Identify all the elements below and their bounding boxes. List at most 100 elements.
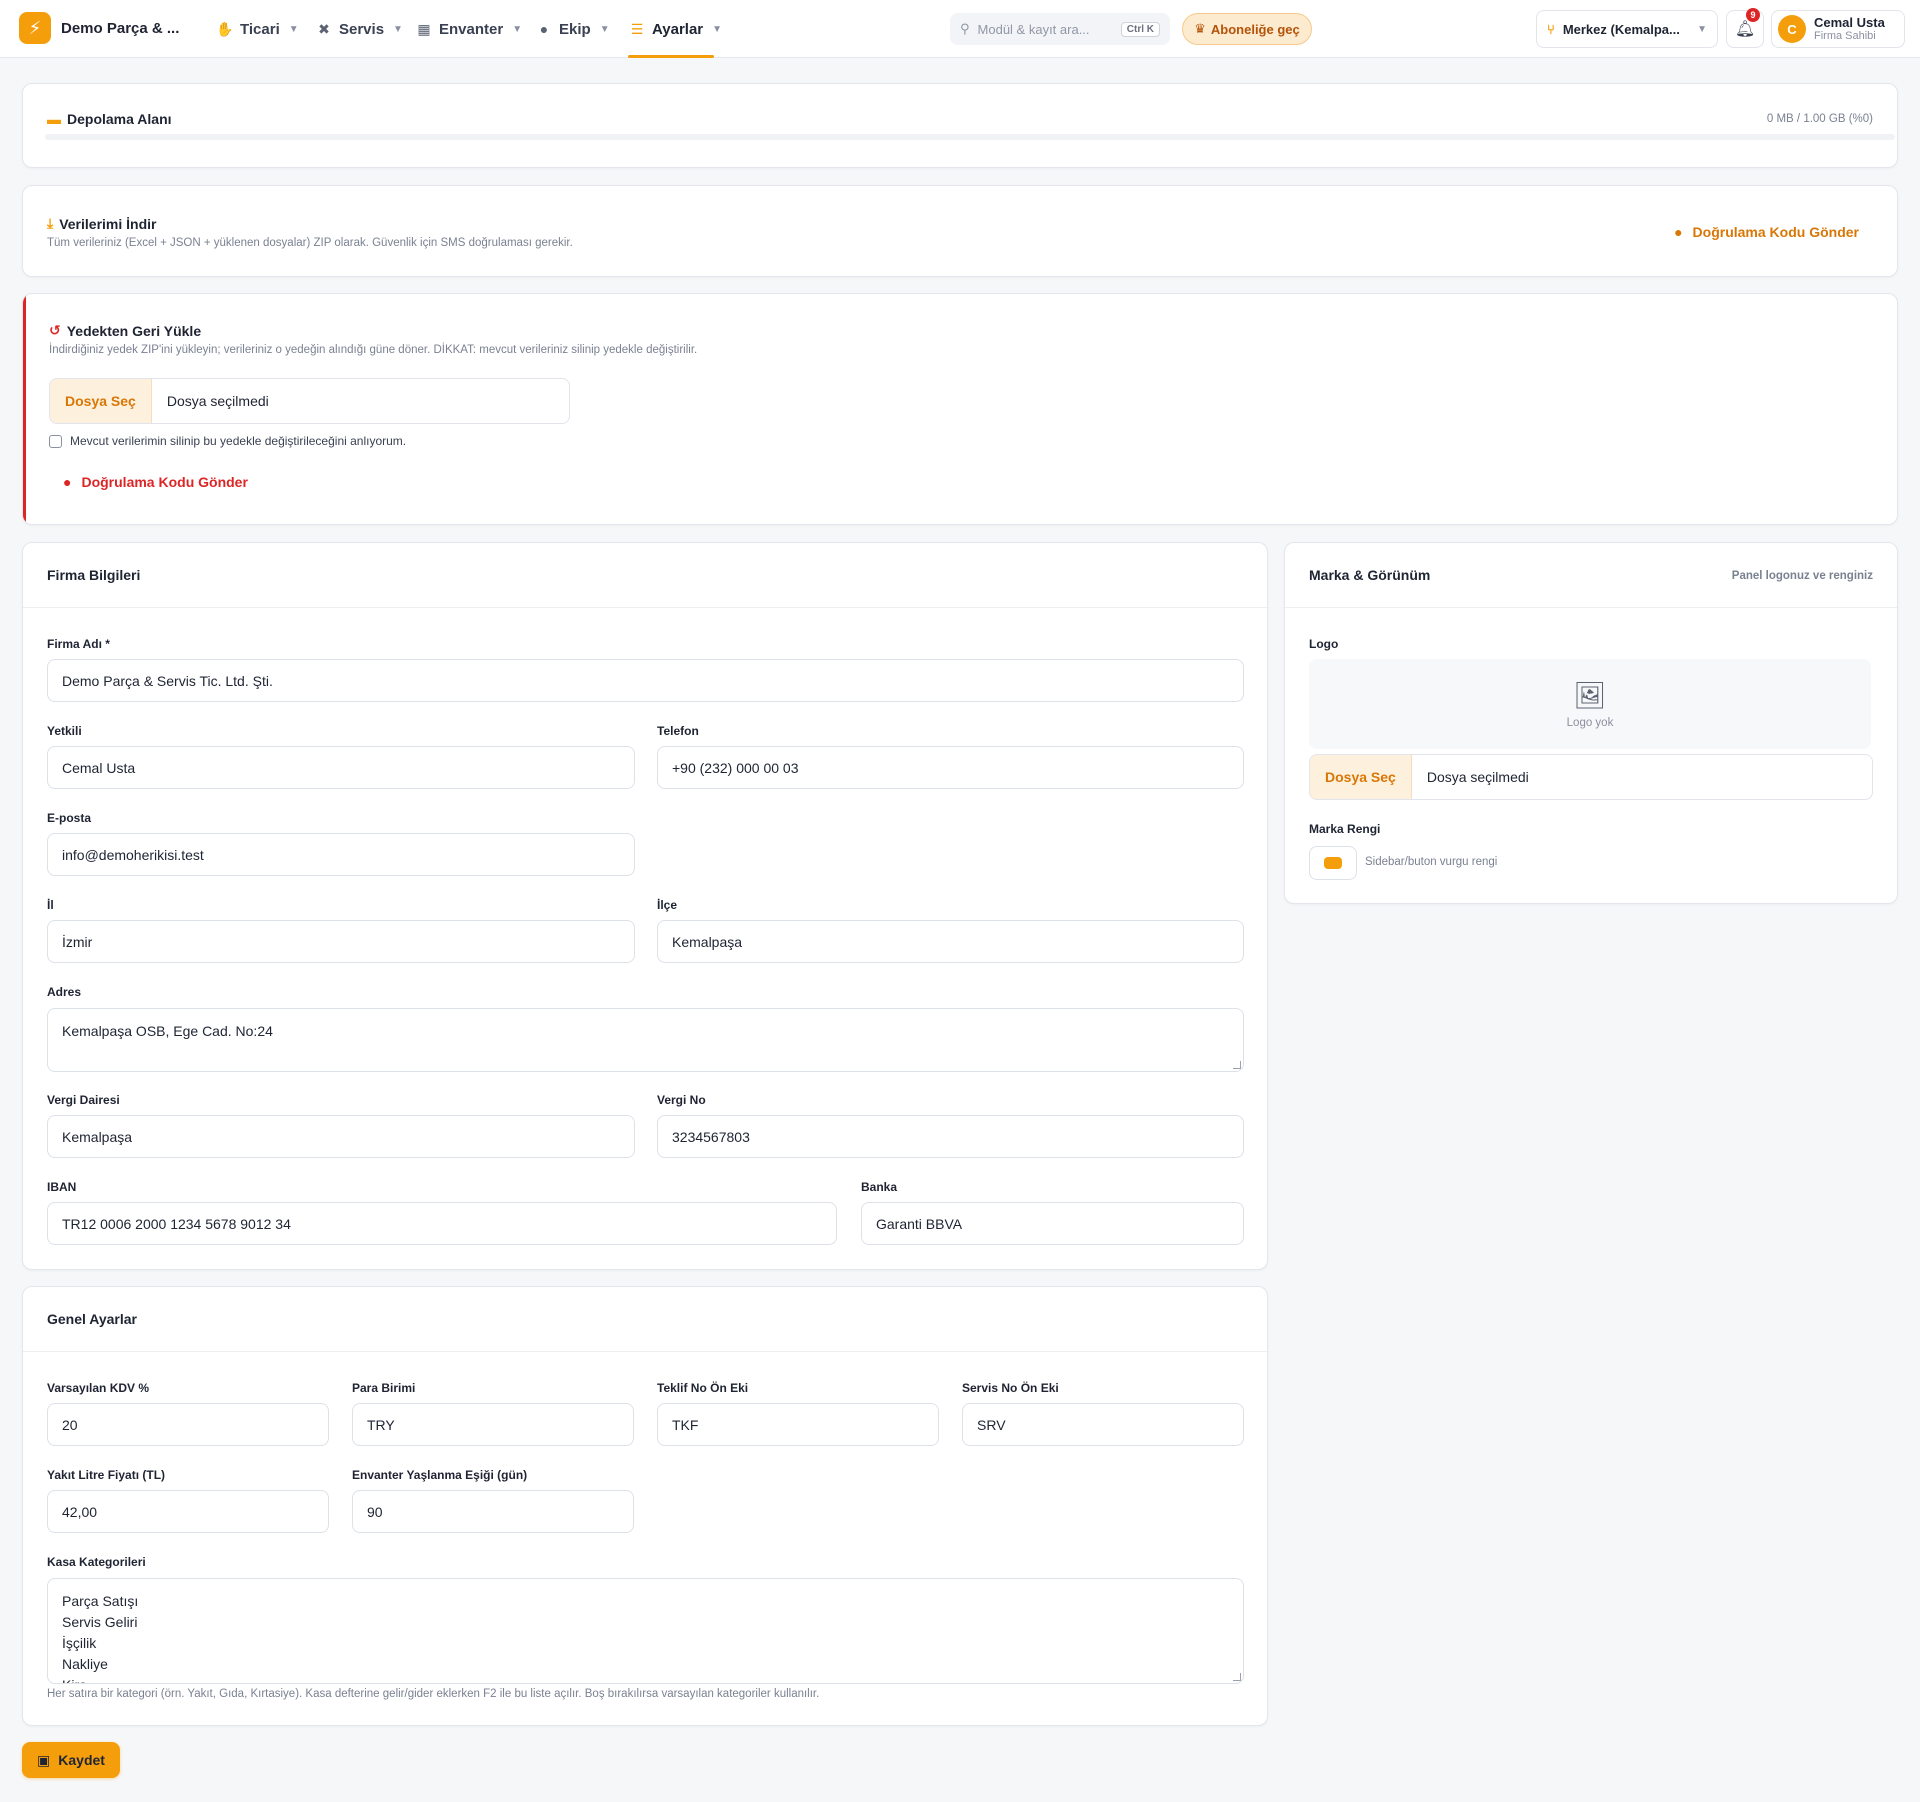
restore-send-code-button[interactable]: ● Doğrulama Kodu Gönder [63,474,248,490]
phone-label: Telefon [657,724,699,738]
cash-categories-hint: Her satıra bir kategori (örn. Yakıt, Gıd… [47,1688,820,1700]
brand-name[interactable]: Demo Parça & ... [61,20,179,37]
currency-input[interactable]: TRY [352,1403,634,1446]
download-title-text: Verilerimi İndir [59,215,157,232]
company-name-input[interactable]: Demo Parça & Servis Tic. Ltd. Şti. [47,659,1244,702]
sliders-icon: ☰ [630,20,644,37]
save-icon: ▣ [37,1751,51,1768]
brand-title: Marka & Görünüm [1309,567,1431,583]
nav-item-servis[interactable]: ✖ Servis ▼ [315,0,403,58]
chevron-down-icon: ▼ [512,23,523,35]
restore-description: İndirdiğiniz yedek ZIP'ini yükleyin; ver… [49,344,698,356]
warehouse-icon: ▦ [417,20,431,37]
email-label: E-posta [47,811,92,825]
quote-prefix-label: Teklif No Ön Eki [657,1381,749,1395]
logo-file-button[interactable]: Dosya Seç [1310,755,1412,799]
branch-icon: ⑂ [1547,21,1555,37]
download-send-code-button[interactable]: ● Doğrulama Kodu Gönder [1674,224,1859,240]
restore-title: ↺ Yedekten Geri Yükle [49,322,201,339]
save-label: Kaydet [58,1752,105,1768]
aging-threshold-label: Envanter Yaşlanma Eşiği (gün) [352,1468,528,1482]
card-divider [23,1351,1267,1352]
nav-item-envanter[interactable]: ▦ Envanter ▼ [415,0,522,58]
sms-icon: ● [63,474,72,490]
subscribe-button[interactable]: ♛ Aboneliğe geç [1182,13,1312,45]
fuel-price-input[interactable]: 42,00 [47,1490,329,1533]
save-button[interactable]: ▣ Kaydet [22,1742,120,1778]
storage-usage-text: 0 MB / 1.00 GB (%0) [1766,113,1873,125]
logo-label: Logo [1309,637,1339,651]
nav-label: Ticari [240,20,280,38]
iban-input[interactable]: TR12 0006 2000 1234 5678 9012 34 [47,1202,837,1245]
restore-confirm-label: Mevcut verilerimin silinip bu yedekle de… [70,434,407,448]
brand-logo-icon[interactable]: ⚡ [19,12,51,44]
nav-item-ticari[interactable]: ✋ Ticari ▼ [216,0,298,58]
storage-card: ▬ Depolama Alanı 0 MB / 1.00 GB (%0) [22,83,1898,168]
notifications-button[interactable]: 🔔︎ 9 [1726,8,1764,48]
sms-icon: ● [1674,224,1683,240]
aging-threshold-input[interactable]: 90 [352,1490,634,1533]
vat-label: Varsayılan KDV % [47,1381,150,1395]
logo-file-input[interactable]: Dosya Seç Dosya seçilmedi [1309,754,1873,800]
service-prefix-input[interactable]: SRV [962,1403,1244,1446]
tax-no-input[interactable]: 3234567803 [657,1115,1244,1158]
quote-prefix-input[interactable]: TKF [657,1403,939,1446]
restore-file-input[interactable]: Dosya Seç Dosya seçilmedi [49,378,570,424]
phone-input[interactable]: +90 (232) 000 00 03 [657,746,1244,789]
storage-title-text: Depolama Alanı [67,111,172,127]
logo-file-status: Dosya seçilmedi [1426,769,1529,785]
avatar: C [1778,15,1806,43]
bank-input[interactable]: Garanti BBVA [861,1202,1244,1245]
crown-icon: ♛ [1194,21,1206,36]
handshake-icon: ✋ [216,20,234,37]
bell-icon: 🔔︎ [1734,21,1756,38]
district-input[interactable]: Kemalpaşa [657,920,1244,963]
restore-confirm-row[interactable]: Mevcut verilerimin silinip bu yedekle de… [49,434,406,448]
logo-empty-text: Logo yok [1566,716,1614,729]
nav-label: Ayarlar [652,20,704,38]
category-line: İşçilik [62,1635,97,1651]
nav-item-ekip[interactable]: ● Ekip ▼ [535,0,610,58]
city-input[interactable]: İzmir [47,920,635,963]
category-line: Servis Geliri [62,1614,138,1630]
brand-color-picker[interactable] [1309,846,1357,880]
card-divider [1285,607,1897,608]
top-navbar: ⚡ Demo Parça & ... ✋ Ticari ▼ ✖ Servis ▼… [0,0,1920,58]
restore-confirm-checkbox[interactable] [49,434,62,448]
search-icon: ⚲ [960,21,970,36]
active-nav-indicator [628,55,714,58]
resize-handle[interactable] [1233,1061,1241,1069]
user-role: Firma Sahibi [1814,29,1876,42]
tools-icon: ✖ [318,20,330,37]
branch-selector[interactable]: ⑂ Merkez (Kemalpa... ▼ [1536,10,1718,48]
address-textarea[interactable]: Kemalpaşa OSB, Ege Cad. No:24 [47,1008,1244,1072]
brand-color-hint: Sidebar/buton vurgu rengi [1365,856,1498,868]
email-input[interactable]: info@demoherikisi.test [47,833,635,876]
subscribe-label: Aboneliğe geç [1210,21,1300,37]
nav-label: Ekip [559,20,591,38]
contact-input[interactable]: Cemal Usta [47,746,635,789]
download-icon: ⤓ [47,215,54,231]
restore-warning-accent [23,294,26,524]
nav-item-ayarlar[interactable]: ☰ Ayarlar ▼ [628,0,722,58]
district-label: İlçe [657,898,678,912]
chevron-down-icon: ▼ [712,23,723,35]
resize-handle[interactable] [1233,1673,1241,1681]
tax-office-input[interactable]: Kemalpaşa [47,1115,635,1158]
branch-label: Merkez (Kemalpa... [1562,21,1680,37]
storage-title: ▬ Depolama Alanı [47,111,172,127]
address-text: Kemalpaşa OSB, Ege Cad. No:24 [62,1023,273,1039]
bank-label: Banka [861,1180,898,1194]
iban-label: IBAN [47,1180,77,1194]
company-name-label: Firma Adı * [47,637,110,651]
brand-subtitle: Panel logonuz ve renginiz [1731,570,1873,582]
vat-input[interactable]: 20 [47,1403,329,1446]
brand-color-swatch [1324,857,1342,869]
tax-office-label: Vergi Dairesi [47,1093,120,1107]
search-input[interactable]: ⚲ Modül & kayıt ara... Ctrl K [950,13,1170,45]
restore-file-button[interactable]: Dosya Seç [50,379,152,423]
user-menu[interactable]: C Cemal Usta Firma Sahibi [1771,10,1905,48]
cash-categories-textarea[interactable]: Parça Satışı Servis Geliri İşçilik Nakli… [47,1578,1244,1684]
brand-card: Marka & Görünüm Panel logonuz ve rengini… [1284,542,1898,904]
brand-color-label: Marka Rengi [1309,822,1381,836]
